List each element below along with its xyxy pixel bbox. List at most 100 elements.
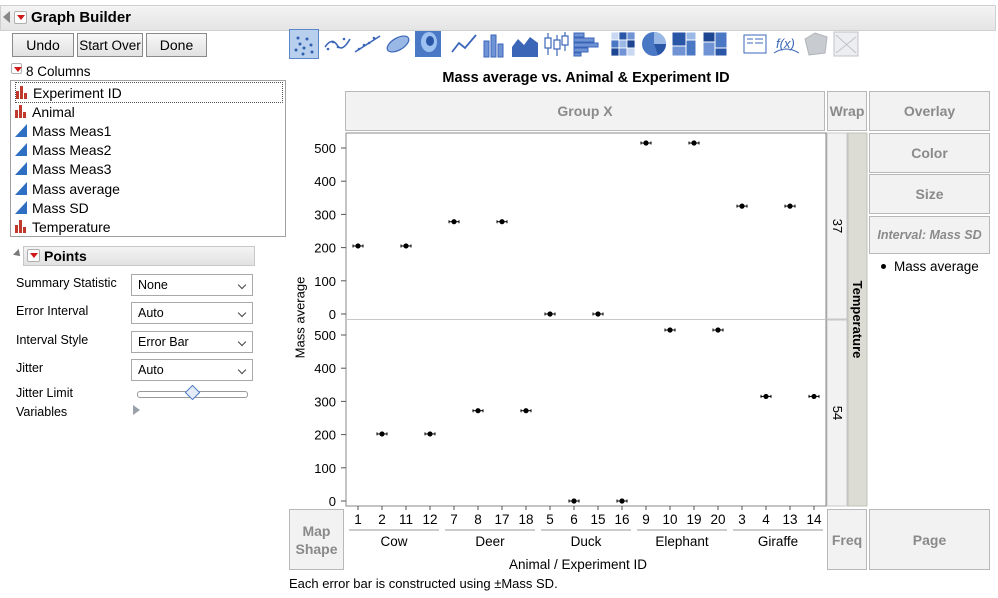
column-item-mass-meas3[interactable]: Mass Meas3	[15, 159, 111, 178]
contour-element-icon[interactable]	[413, 29, 443, 59]
group-y-title-strip	[847, 132, 868, 507]
x-tick-label: 6	[570, 512, 578, 527]
window-title: Graph Builder	[31, 9, 132, 26]
data-point	[595, 311, 601, 317]
columns-menu-button[interactable]	[11, 63, 22, 74]
overlay-zone[interactable]: Overlay	[869, 91, 990, 131]
legend-item-label: Mass average	[894, 259, 979, 274]
color-zone[interactable]: Color	[869, 133, 990, 173]
line-of-fit-element-icon[interactable]	[352, 29, 382, 59]
data-point	[379, 431, 385, 437]
box-plot-element-icon[interactable]	[541, 29, 571, 59]
group-x-zone[interactable]: Group X	[345, 91, 825, 131]
y-tick-label: 100	[314, 274, 336, 289]
column-item-mass-sd[interactable]: Mass SD	[15, 198, 89, 217]
column-item-mass-meas2[interactable]: Mass Meas2	[15, 140, 111, 159]
select-value: Auto	[138, 306, 164, 320]
wrap-zone[interactable]: Wrap	[827, 91, 867, 131]
x-group-label: Cow	[380, 534, 407, 549]
x-tick-label: 19	[686, 512, 701, 527]
formula-element-icon[interactable]: f(x)	[771, 29, 801, 59]
x-tick-label: 18	[518, 512, 533, 527]
x-tick-label: 8	[474, 512, 482, 527]
data-point	[643, 140, 649, 146]
points-collapse-icon[interactable]	[13, 249, 23, 259]
column-item-label: Mass average	[32, 180, 120, 197]
column-item-animal[interactable]: Animal	[15, 102, 75, 121]
data-point	[739, 203, 745, 209]
x-tick-label: 14	[806, 512, 822, 527]
heatmap-element-icon[interactable]	[608, 29, 638, 59]
group-y-title: Temperature	[850, 281, 865, 359]
page-zone[interactable]: Page	[869, 509, 990, 570]
y-tick-label: 300	[314, 394, 336, 409]
columns-count-label: 8 Columns	[26, 64, 91, 79]
column-item-label: Mass Meas1	[32, 122, 112, 139]
jitter-select[interactable]: Auto	[131, 359, 253, 381]
y-tick-label: 500	[314, 328, 336, 343]
freq-zone[interactable]: Freq	[827, 509, 867, 570]
variables-expand-icon[interactable]	[133, 405, 140, 415]
columns-list[interactable]: Experiment ID Animal Mass Meas1 Mass Mea…	[10, 80, 286, 237]
map-shape-zone[interactable]: Map Shape	[289, 509, 344, 570]
legend-item-marker	[881, 264, 886, 269]
points-element-icon[interactable]	[289, 29, 319, 59]
graph-builder-menu-button[interactable]	[14, 11, 27, 24]
undo-button[interactable]: Undo	[12, 33, 74, 57]
data-point	[547, 311, 553, 317]
data-point	[715, 327, 721, 333]
size-zone[interactable]: Size	[869, 174, 990, 214]
y-tick-label: 400	[314, 361, 336, 376]
ellipse-element-icon[interactable]	[383, 29, 413, 59]
x-tick-label: 17	[494, 512, 509, 527]
treemap-element-icon[interactable]	[669, 29, 699, 59]
data-point	[403, 243, 409, 249]
x-tick-label: 11	[399, 512, 413, 527]
error-interval-label: Error Interval	[16, 304, 89, 318]
y-tick-label: 0	[329, 307, 336, 322]
x-tick-label: 5	[546, 512, 554, 527]
done-button[interactable]: Done	[146, 33, 207, 57]
x-tick-label: 20	[710, 512, 725, 527]
collapse-outline-icon[interactable]	[3, 11, 10, 23]
data-point	[787, 203, 793, 209]
data-point	[619, 498, 625, 504]
y-tick-label: 400	[314, 174, 336, 189]
mosaic-element-icon[interactable]	[700, 29, 730, 59]
column-item-experiment-id[interactable]: Experiment ID	[15, 82, 283, 103]
column-item-mass-average[interactable]: Mass average	[15, 179, 120, 198]
column-item-temperature[interactable]: Temperature	[15, 217, 111, 236]
data-point	[571, 498, 577, 504]
data-point	[451, 219, 457, 225]
line-element-icon[interactable]	[449, 29, 479, 59]
y-tick-label: 200	[314, 428, 336, 443]
summary-statistic-label: Summary Statistic	[16, 276, 117, 290]
column-item-label: Mass SD	[32, 199, 89, 216]
group-y-level-label: 54	[830, 406, 845, 420]
graph-builder-titlebar	[0, 5, 996, 31]
data-point	[523, 408, 529, 414]
x-tick-label: 15	[590, 512, 605, 527]
nominal-icon	[15, 220, 26, 233]
variables-label: Variables	[16, 405, 68, 419]
area-element-icon[interactable]	[510, 29, 540, 59]
smoother-element-icon[interactable]	[322, 29, 352, 59]
x-group-label: Duck	[571, 534, 602, 549]
interval-style-select[interactable]: Error Bar	[131, 331, 253, 353]
start-over-button[interactable]: Start Over	[77, 33, 143, 57]
interval-zone[interactable]: Interval: Mass SD	[869, 216, 990, 254]
column-item-mass-meas1[interactable]: Mass Meas1	[15, 121, 111, 140]
x-tick-label: 16	[614, 512, 629, 527]
parallel-element-icon	[831, 29, 861, 59]
y-tick-label: 0	[329, 494, 336, 509]
select-value: Auto	[138, 363, 164, 377]
pie-element-icon[interactable]	[639, 29, 669, 59]
caption-box-element-icon[interactable]	[740, 29, 770, 59]
histogram-element-icon[interactable]	[571, 29, 601, 59]
bar-element-icon[interactable]	[480, 29, 510, 59]
summary-statistic-select[interactable]: None	[131, 274, 253, 296]
chart-title: Mass average vs. Animal & Experiment ID	[442, 70, 730, 86]
points-menu-button[interactable]	[27, 249, 40, 262]
error-interval-select[interactable]: Auto	[131, 302, 253, 324]
select-value: Error Bar	[138, 335, 189, 349]
